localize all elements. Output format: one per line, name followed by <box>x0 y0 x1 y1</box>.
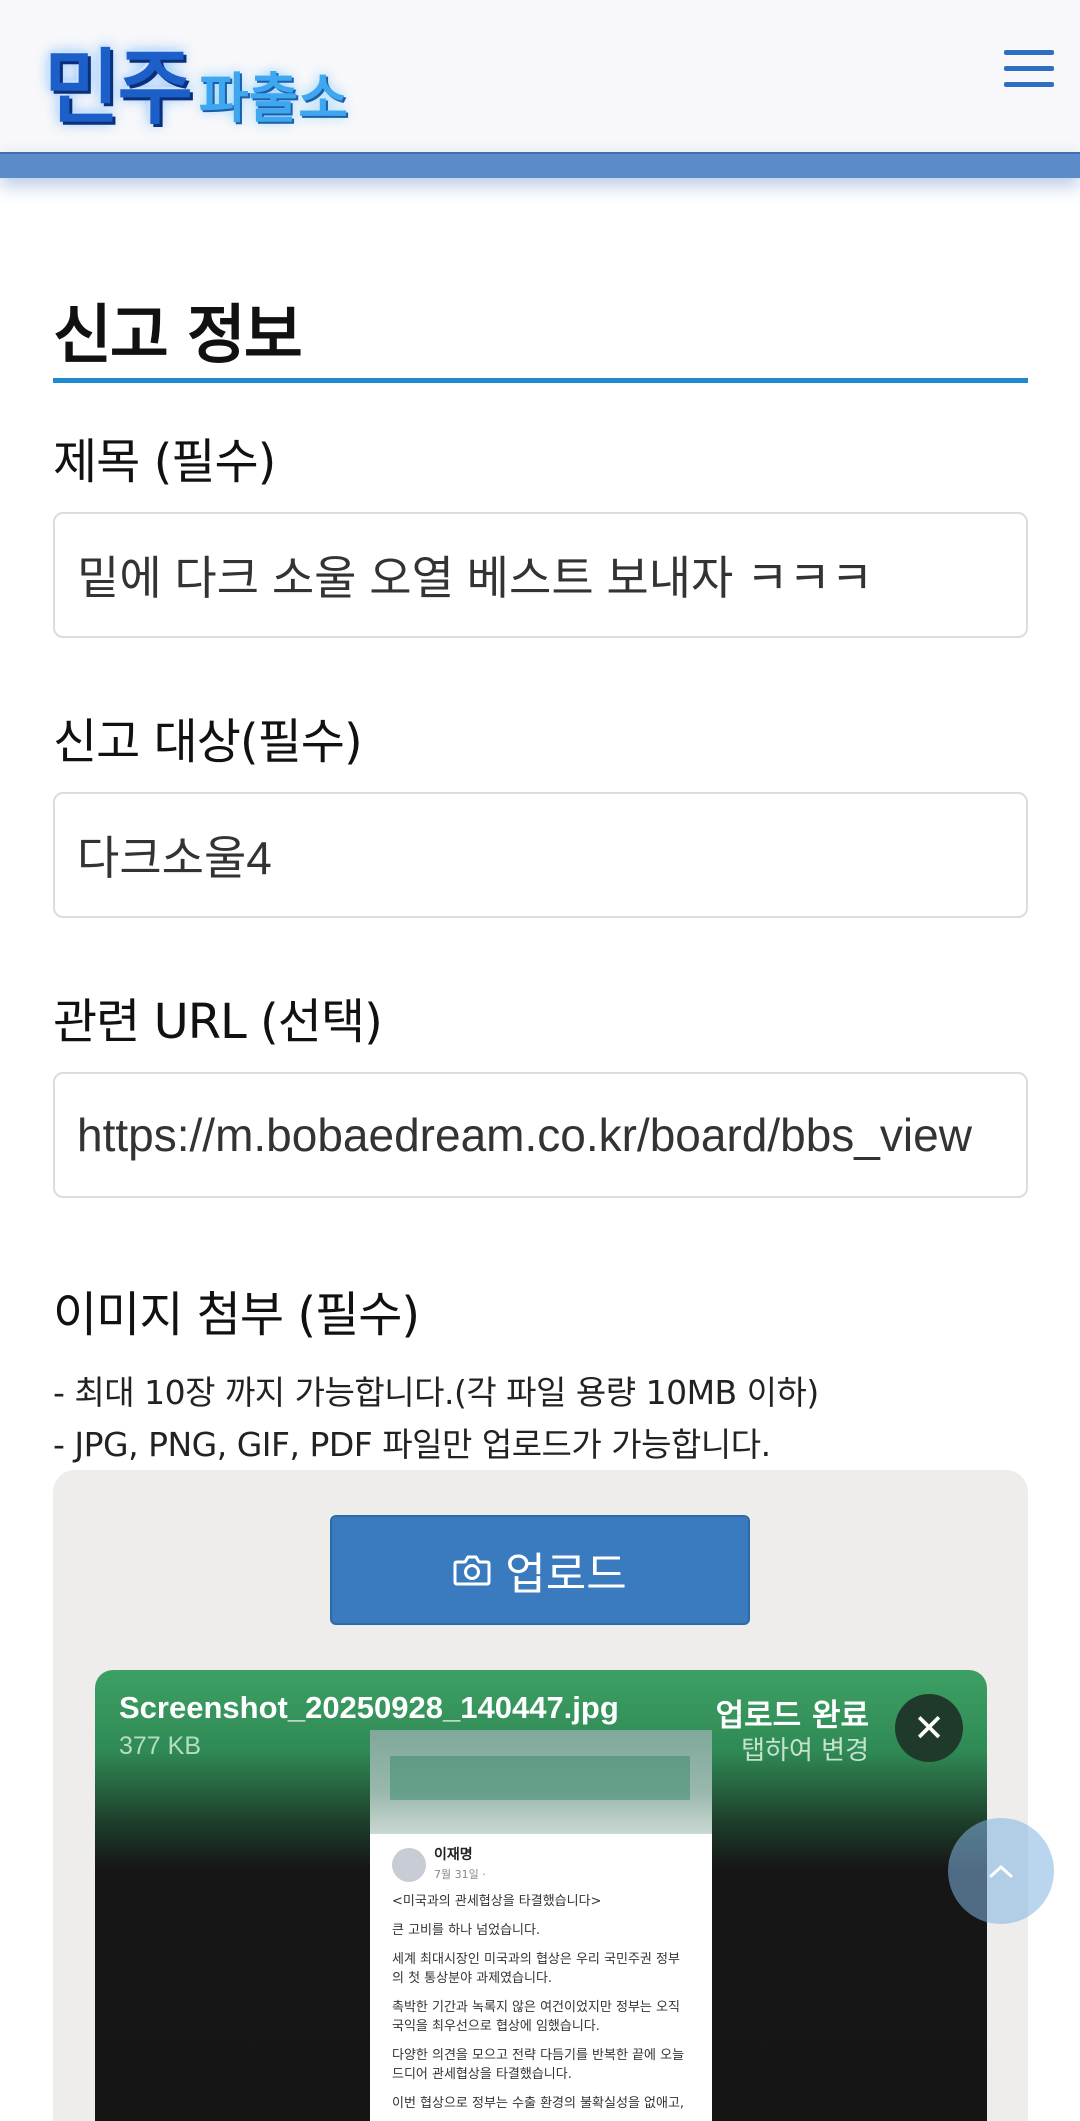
post-headline: <미국과의 관세협상을 타결했습니다> <box>392 1894 602 1909</box>
tap-to-change-hint: 탭하여 변경 <box>741 1736 869 1766</box>
file-size: 377 KB <box>119 1732 202 1760</box>
upload-button[interactable]: 업로드 <box>330 1515 750 1625</box>
header-band <box>0 152 1080 178</box>
site-header: 민주 파출소 <box>0 0 1080 152</box>
post-paragraph: 큰 고비를 하나 넘었습니다. <box>392 1923 541 1938</box>
site-logo[interactable]: 민주 파출소 <box>44 10 348 130</box>
title-label: 제목 (필수) <box>53 434 276 490</box>
target-label: 신고 대상(필수) <box>53 714 363 770</box>
camera-icon <box>453 1555 491 1586</box>
file-preview-image: 이재명 7월 31일 · <미국과의 관세협상을 타결했습니다> 큰 고비를 하… <box>370 1730 712 2121</box>
title-divider <box>53 378 1028 383</box>
title-field[interactable] <box>53 512 1028 638</box>
post-date: 7월 31일 · <box>434 1868 486 1881</box>
url-label: 관련 URL (선택) <box>53 994 383 1050</box>
url-field[interactable] <box>53 1072 1028 1198</box>
target-field[interactable] <box>53 792 1028 918</box>
image-note-limit: - 최대 10장 까지 가능합니다.(각 파일 용량 10MB 이하) <box>53 1373 819 1412</box>
file-name: Screenshot_20250928_140447.jpg <box>119 1690 619 1725</box>
hamburger-menu-icon[interactable] <box>1004 50 1054 92</box>
post-paragraph: 다양한 의견을 모으고 전략 다듬기를 반복한 끝에 오늘 드디어 관세협상을 … <box>392 2048 685 2082</box>
logo-main-text: 민주 <box>44 41 193 136</box>
image-note-types: - JPG, PNG, GIF, PDF 파일만 업로드가 가능합니다. <box>53 1425 771 1464</box>
post-paragraph: 세계 최대시장인 미국과의 협상은 우리 국민주권 정부의 첫 통상분야 과제였… <box>392 1952 680 1986</box>
post-author: 이재명 <box>434 1847 473 1863</box>
post-paragraph: 이번 협상으로 정부는 수출 환경의 불확실성을 없애고, <box>392 2096 685 2111</box>
page-title: 신고 정보 <box>53 299 303 373</box>
uploaded-file-card[interactable]: 이재명 7월 31일 · <미국과의 관세협상을 타결했습니다> 큰 고비를 하… <box>95 1670 987 2121</box>
title-input[interactable] <box>55 514 1026 636</box>
url-input[interactable] <box>55 1074 1026 1196</box>
target-input[interactable] <box>55 794 1026 916</box>
scroll-to-top-button[interactable] <box>948 1818 1054 1924</box>
image-label: 이미지 첨부 (필수) <box>53 1287 420 1343</box>
logo-sub-text: 파출소 <box>198 67 348 130</box>
preview-banner <box>370 1730 712 1834</box>
avatar <box>392 1848 426 1882</box>
upload-status: 업로드 완료 <box>715 1698 869 1734</box>
remove-file-button[interactable]: ✕ <box>895 1694 963 1762</box>
upload-button-label: 업로드 <box>505 1549 627 1600</box>
post-paragraph: 촉박한 기간과 녹록지 않은 여건이었지만 정부는 오직 국익을 최우선으로 협… <box>392 2000 680 2034</box>
chevron-up-icon <box>989 1865 1013 1878</box>
